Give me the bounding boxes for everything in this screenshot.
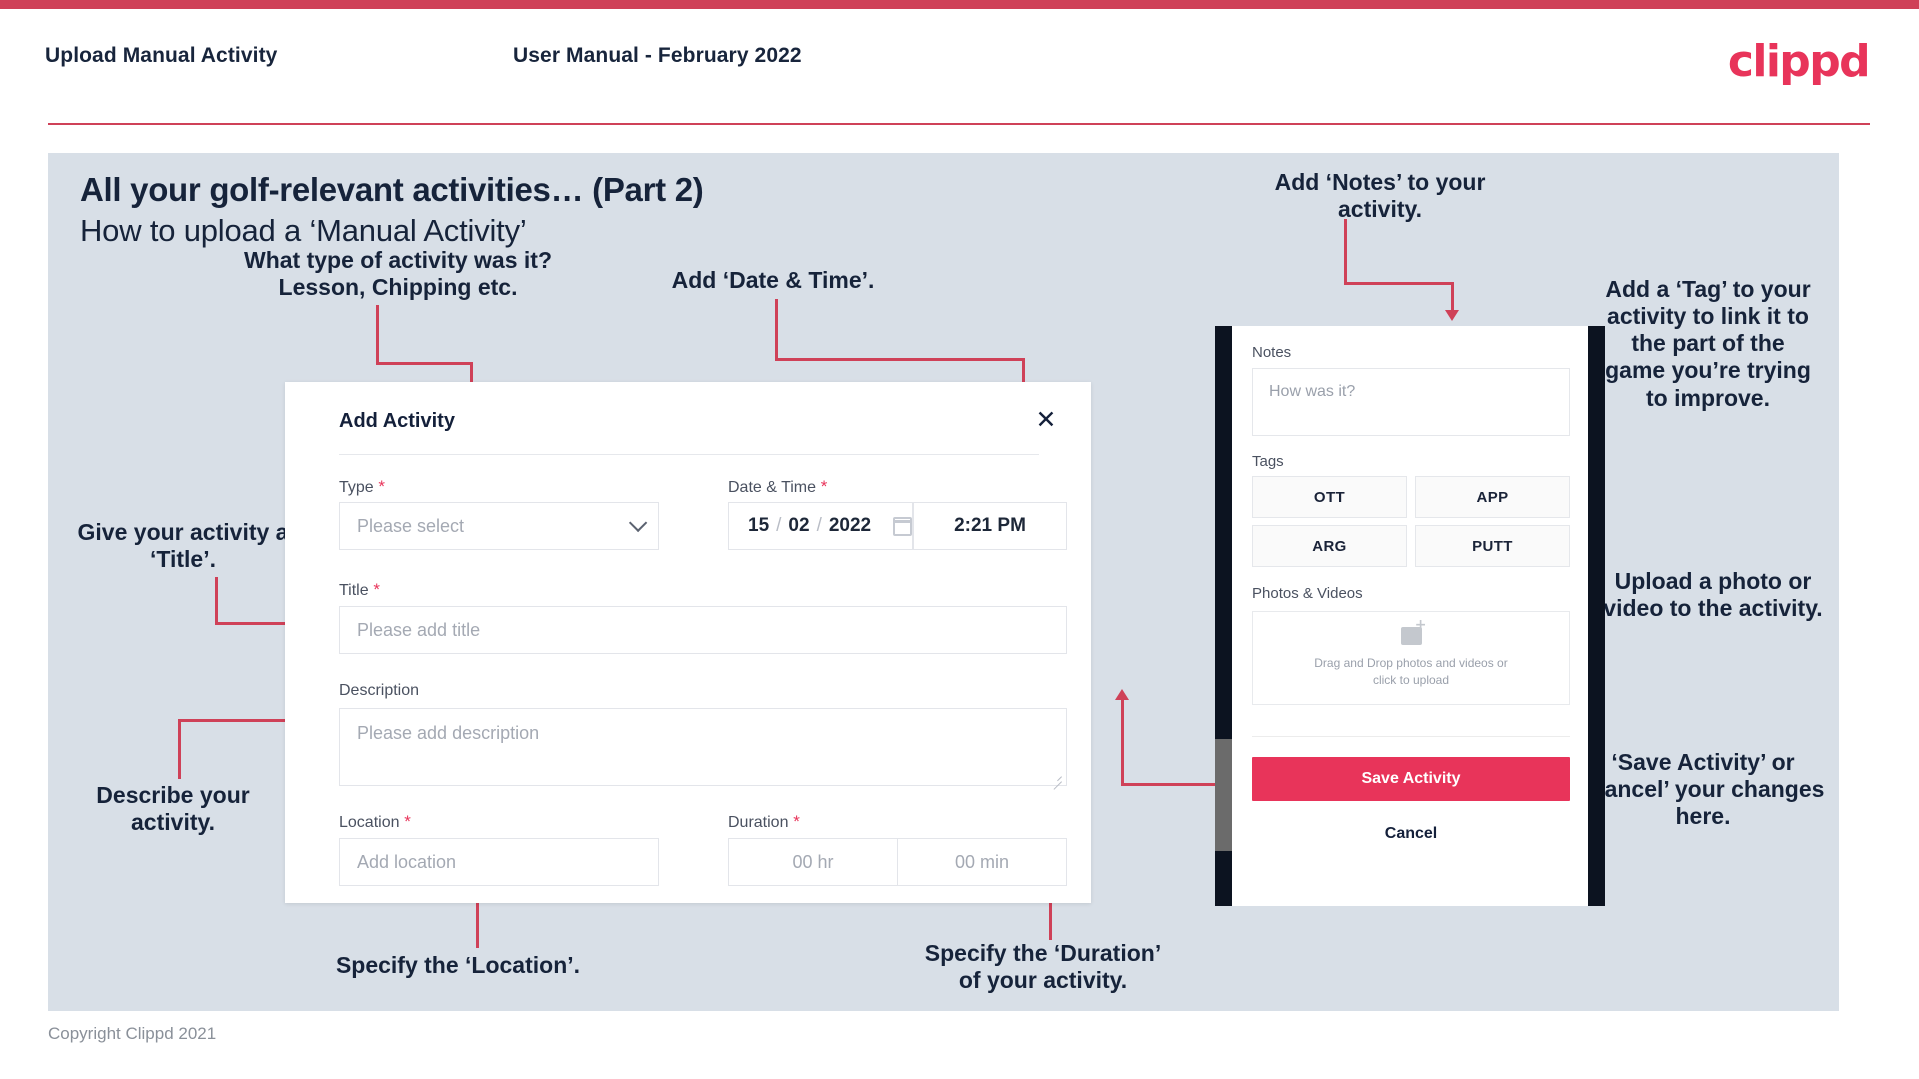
- annotation-datetime: Add ‘Date & Time’.: [671, 267, 875, 293]
- tag-putt[interactable]: PUTT: [1415, 525, 1570, 567]
- location-label: Location *: [339, 812, 411, 832]
- phone-volume-button: [1215, 739, 1232, 851]
- type-required-asterisk: *: [373, 477, 386, 496]
- annotation-arrow-datetime-seg2: [775, 358, 1025, 361]
- annotation-location: Specify the ‘Location’.: [335, 952, 581, 978]
- tag-arg[interactable]: ARG: [1252, 525, 1407, 567]
- header-divider: [48, 123, 1870, 125]
- annotation-notes: Add ‘Notes’ to your activity.: [1274, 169, 1486, 223]
- notes-label: Notes: [1252, 344, 1292, 361]
- clippd-logo: clippd: [1727, 36, 1871, 87]
- tag-app[interactable]: APP: [1415, 476, 1570, 518]
- phone-mockup: Notes How was it? Tags OTT APP ARG PUTT …: [1215, 326, 1605, 906]
- type-label-text: Type: [339, 479, 374, 496]
- duration-minutes-input[interactable]: 00 min: [898, 839, 1066, 885]
- description-input[interactable]: Please add description: [339, 708, 1067, 786]
- close-icon[interactable]: ✕: [1029, 402, 1063, 436]
- annotation-arrow-title-seg1: [215, 577, 218, 625]
- phone-divider: [1252, 736, 1570, 737]
- datetime-label: Date & Time *: [728, 477, 827, 497]
- cancel-button[interactable]: Cancel: [1252, 816, 1570, 852]
- title-label: Title *: [339, 580, 380, 600]
- photo-dropzone[interactable]: Drag and Drop photos and videos or click…: [1252, 611, 1570, 705]
- date-month: 02: [788, 515, 810, 536]
- annotation-arrow-notes-head: [1445, 310, 1459, 321]
- title-input[interactable]: Please add title: [339, 606, 1067, 654]
- location-input-placeholder: Add location: [357, 851, 457, 872]
- duration-label: Duration *: [728, 812, 800, 832]
- add-activity-dialog: Add Activity ✕ Type * Please select Date…: [285, 382, 1091, 903]
- date-day: 15: [748, 515, 770, 536]
- location-input[interactable]: Add location: [339, 838, 659, 886]
- resize-handle-icon[interactable]: [1051, 771, 1062, 782]
- time-input[interactable]: 2:21 PM: [913, 502, 1067, 550]
- slide-page: Upload Manual Activity User Manual - Feb…: [0, 0, 1919, 1079]
- annotation-title: Give your activity a ‘Title’.: [77, 519, 289, 573]
- annotation-arrow-type-seg2: [376, 362, 473, 365]
- type-label: Type *: [339, 477, 385, 497]
- datetime-required-asterisk: *: [816, 477, 828, 496]
- duration-hours-input[interactable]: 00 hr: [729, 839, 897, 885]
- annotation-arrow-notes-seg2: [1344, 282, 1454, 285]
- title-label-text: Title: [339, 582, 369, 599]
- phone-right-bezel: [1588, 326, 1605, 906]
- location-required-asterisk: *: [399, 812, 411, 831]
- date-year: 2022: [828, 515, 872, 536]
- annotation-arrow-notes-seg3: [1451, 282, 1454, 312]
- title-input-placeholder: Please add title: [357, 619, 481, 640]
- duration-required-asterisk: *: [788, 812, 800, 831]
- top-accent-bar: [0, 0, 1919, 9]
- phone-left-bezel: [1215, 326, 1232, 906]
- notes-input-placeholder: How was it?: [1269, 383, 1356, 400]
- annotation-arrow-save-seg2: [1121, 698, 1124, 785]
- calendar-icon[interactable]: [893, 516, 912, 536]
- notes-input[interactable]: How was it?: [1252, 368, 1570, 436]
- title-required-asterisk: *: [368, 580, 380, 599]
- duration-label-text: Duration: [728, 814, 789, 831]
- header-left-title: Upload Manual Activity: [45, 44, 278, 67]
- header-center-title: User Manual - February 2022: [513, 44, 802, 67]
- annotation-duration: Specify the ‘Duration’ of your activity.: [924, 940, 1162, 994]
- annotation-arrow-datetime-seg1: [775, 299, 778, 361]
- duration-input-group: 00 hr 00 min: [728, 838, 1067, 886]
- annotation-photos: Upload a photo or video to the activity.: [1603, 568, 1823, 622]
- phone-screen: Notes How was it? Tags OTT APP ARG PUTT …: [1232, 326, 1588, 906]
- copyright-text: Copyright Clippd 2021: [48, 1024, 217, 1043]
- datetime-label-text: Date & Time: [728, 479, 817, 496]
- annotation-arrow-save-head: [1115, 689, 1129, 700]
- date-sep-1: /: [776, 515, 782, 536]
- annotation-tags: Add a ‘Tag’ to your activity to link it …: [1605, 276, 1811, 411]
- page-subtitle: How to upload a ‘Manual Activity’: [80, 213, 527, 248]
- chevron-down-icon: [628, 513, 648, 533]
- annotation-arrow-desc-seg1: [178, 719, 181, 779]
- save-activity-button[interactable]: Save Activity: [1252, 757, 1570, 801]
- page-title: All your golf-relevant activities… (Part…: [80, 171, 704, 208]
- location-label-text: Location: [339, 814, 400, 831]
- dropzone-text: Drag and Drop photos and videos or click…: [1314, 655, 1508, 687]
- annotation-description: Describe your activity.: [96, 782, 250, 836]
- date-sep-2: /: [816, 515, 822, 536]
- add-image-icon: [1400, 618, 1427, 645]
- dialog-header-divider: [339, 454, 1039, 455]
- date-input[interactable]: 15 / 02 / 2022: [728, 502, 913, 550]
- tag-ott[interactable]: OTT: [1252, 476, 1407, 518]
- type-select[interactable]: Please select: [339, 502, 659, 550]
- annotation-arrow-type-seg1: [376, 305, 379, 365]
- photos-videos-label: Photos & Videos: [1252, 585, 1363, 602]
- annotation-type: What type of activity was it? Lesson, Ch…: [244, 247, 552, 301]
- tags-label: Tags: [1252, 453, 1284, 470]
- annotation-arrow-notes-seg1: [1344, 219, 1347, 285]
- type-select-placeholder: Please select: [357, 515, 465, 536]
- description-input-placeholder: Please add description: [357, 723, 540, 743]
- description-label: Description: [339, 682, 420, 699]
- dialog-title: Add Activity: [339, 410, 455, 432]
